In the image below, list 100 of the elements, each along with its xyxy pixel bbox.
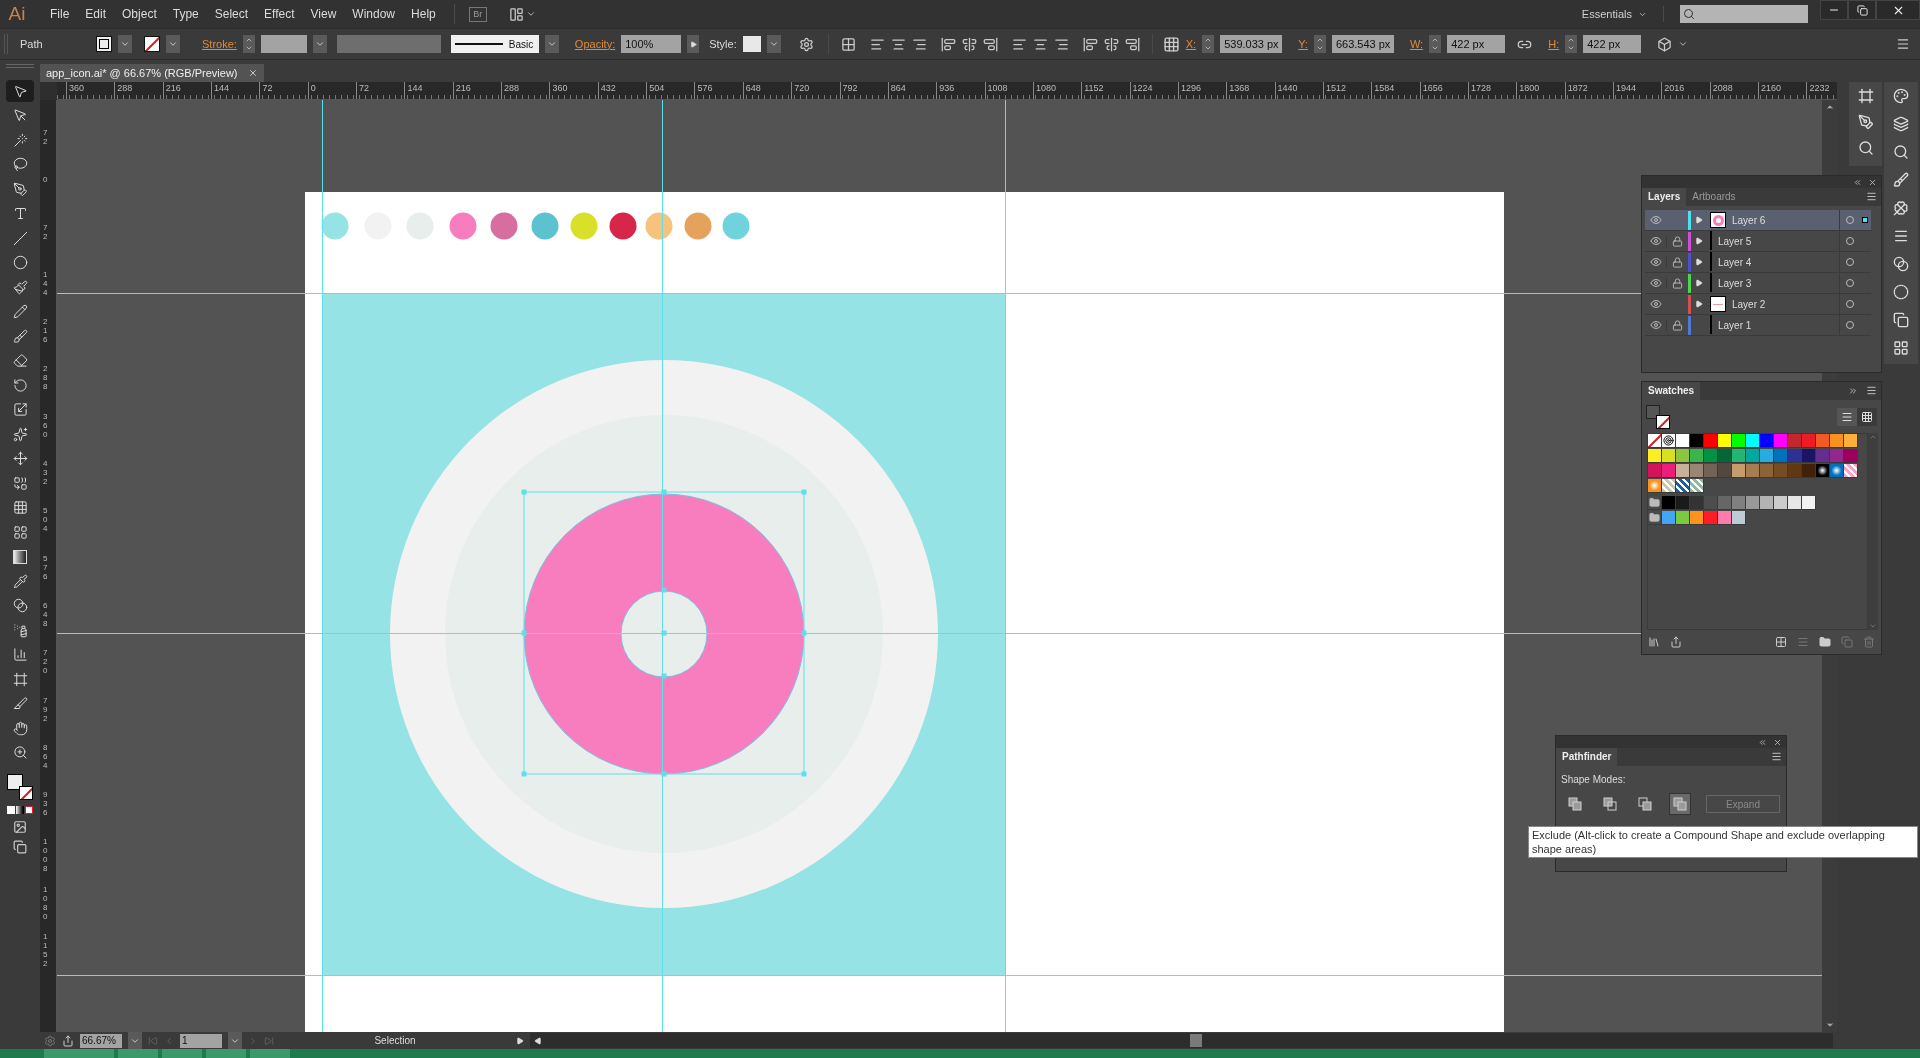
layer-name: Layer 5 — [1718, 234, 1753, 249]
document-tab[interactable]: app_icon.ai* @ 66.67% (RGB/Preview) — [40, 64, 264, 82]
ruler-label: 144 — [404, 82, 453, 99]
ruler-label: 216 — [43, 317, 49, 347]
ruler-label: 72 — [43, 222, 49, 243]
artboard-field[interactable]: 1 — [180, 1033, 222, 1048]
y-label[interactable]: Y: — [1298, 35, 1308, 53]
ruler-label: 792 — [43, 695, 49, 725]
layer-name: Layer 6 — [1732, 213, 1767, 228]
ruler-label: 144 — [43, 269, 49, 299]
ruler-label: 1440 — [1274, 82, 1323, 99]
menu-item[interactable]: View — [302, 5, 345, 23]
status-text[interactable]: Selection — [280, 1033, 510, 1048]
ruler-label: 288 — [114, 82, 163, 99]
panel-tab[interactable]: Artboards — [1686, 188, 1742, 206]
ruler-label: 576 — [694, 82, 743, 99]
selection-type: Path — [20, 36, 44, 52]
menu-item[interactable]: Object — [114, 5, 165, 23]
ruler-label: 1080 — [1032, 82, 1082, 99]
ruler-label: 432 — [43, 459, 49, 489]
ruler-label: 936 — [936, 82, 985, 99]
ruler-label: 360 — [549, 82, 598, 99]
layer-row[interactable]: Layer 2 — [1645, 294, 1871, 315]
ruler-label: 1584 — [1371, 82, 1420, 99]
bridge-button[interactable]: Br — [468, 6, 487, 22]
ruler-label: 1800 — [1516, 82, 1565, 99]
w-label[interactable]: W: — [1409, 35, 1424, 53]
ruler-label: 288 — [501, 82, 550, 99]
app-logo: Ai — [7, 1, 27, 26]
tooltip: Exclude (Alt-click to create a Compound Shape and exclude overlapping shape areas) — [1528, 826, 1918, 858]
ruler-label: 1728 — [1467, 82, 1517, 99]
ruler-label: 1512 — [1322, 82, 1372, 99]
ruler-label: 864 — [43, 742, 49, 772]
layer-row[interactable]: Layer 1 — [1645, 315, 1871, 336]
ruler-label: 1152 — [43, 932, 49, 971]
ruler-label: 1080 — [43, 884, 49, 923]
menu-item[interactable]: File — [42, 5, 78, 23]
ruler-label: 576 — [43, 553, 49, 583]
layer-row[interactable]: Layer 5 — [1645, 231, 1871, 252]
ruler-label: 504 — [646, 82, 695, 99]
ruler-label: 792 — [839, 82, 888, 99]
x-label[interactable]: X: — [1185, 35, 1197, 53]
menu-item[interactable]: Window — [344, 5, 404, 23]
ruler-label: 1224 — [1129, 82, 1178, 99]
workspace-switcher[interactable]: Essentials — [1581, 5, 1664, 23]
ruler-label: 72 — [43, 128, 49, 148]
layer-row[interactable]: Layer 3 — [1645, 273, 1871, 294]
ruler-label: 648 — [43, 600, 49, 630]
ruler-label: 0 — [307, 82, 357, 99]
width-field[interactable]: 422 px — [1447, 35, 1506, 53]
stroke-label[interactable]: Stroke: — [202, 35, 237, 53]
ruler-label: 1008 — [43, 837, 49, 876]
brush-definition-dropdown[interactable]: Basic — [450, 35, 539, 53]
ruler-label: 216 — [452, 82, 502, 99]
menu-item[interactable]: Type — [164, 5, 207, 23]
layer-row[interactable]: Layer 6 — [1645, 210, 1871, 231]
ruler-label: 1296 — [1177, 82, 1227, 99]
ruler-label: 1656 — [1419, 82, 1468, 99]
layer-name: Layer 2 — [1732, 297, 1767, 312]
shape-modes-label: Shape Modes: — [1561, 773, 1627, 787]
ruler-label: 1008 — [984, 82, 1033, 99]
layer-name: Layer 4 — [1718, 255, 1753, 270]
opacity-field[interactable]: 100% — [621, 35, 682, 53]
layer-row[interactable]: Layer 4 — [1645, 252, 1871, 273]
ruler-label: 2088 — [1709, 82, 1759, 99]
ruler-label: 144 — [211, 82, 260, 99]
ruler-label: 720 — [791, 82, 840, 99]
menu-item[interactable]: Select — [206, 5, 257, 23]
ruler-label: 72 — [356, 82, 405, 99]
panel-tab[interactable]: Swatches — [1642, 382, 1701, 400]
h-label[interactable]: H: — [1548, 35, 1560, 53]
menu-item[interactable]: Effect — [256, 5, 303, 23]
x-field[interactable]: 539.033 px — [1220, 35, 1283, 53]
menu-item[interactable]: Help — [403, 5, 444, 23]
ruler-label: 720 — [43, 648, 49, 678]
height-field[interactable]: 422 px — [1583, 35, 1642, 53]
ruler-label: 1944 — [1613, 82, 1662, 99]
ruler-label: 2160 — [1758, 82, 1807, 99]
ruler-label: 360 — [66, 82, 115, 99]
ruler-label: 432 — [597, 82, 647, 99]
ruler-label: 1152 — [1081, 82, 1130, 99]
style-label: Style: — [709, 36, 737, 52]
ruler-label: 1368 — [1226, 82, 1275, 99]
panel-tab[interactable]: Pathfinder — [1556, 748, 1618, 766]
panel-tab[interactable]: Layers — [1642, 188, 1687, 206]
y-field[interactable]: 663.543 px — [1331, 35, 1394, 53]
ruler-label: 936 — [43, 790, 49, 820]
zoom-field[interactable]: 66.67% — [80, 1033, 122, 1048]
ruler-label: 288 — [43, 364, 49, 394]
ruler-label: 360 — [43, 411, 49, 441]
layer-name: Layer 3 — [1718, 276, 1753, 291]
ruler-label: 864 — [887, 82, 937, 99]
ruler-label: 1872 — [1564, 82, 1613, 99]
ruler-label: 72 — [259, 82, 308, 99]
ruler-label: 216 — [162, 82, 212, 99]
opacity-label[interactable]: Opacity: — [574, 35, 616, 53]
ruler-label: 2016 — [1661, 82, 1710, 99]
layer-name: Layer 1 — [1718, 318, 1753, 333]
ruler-label: 0 — [43, 175, 49, 187]
menu-item[interactable]: Edit — [77, 5, 115, 23]
